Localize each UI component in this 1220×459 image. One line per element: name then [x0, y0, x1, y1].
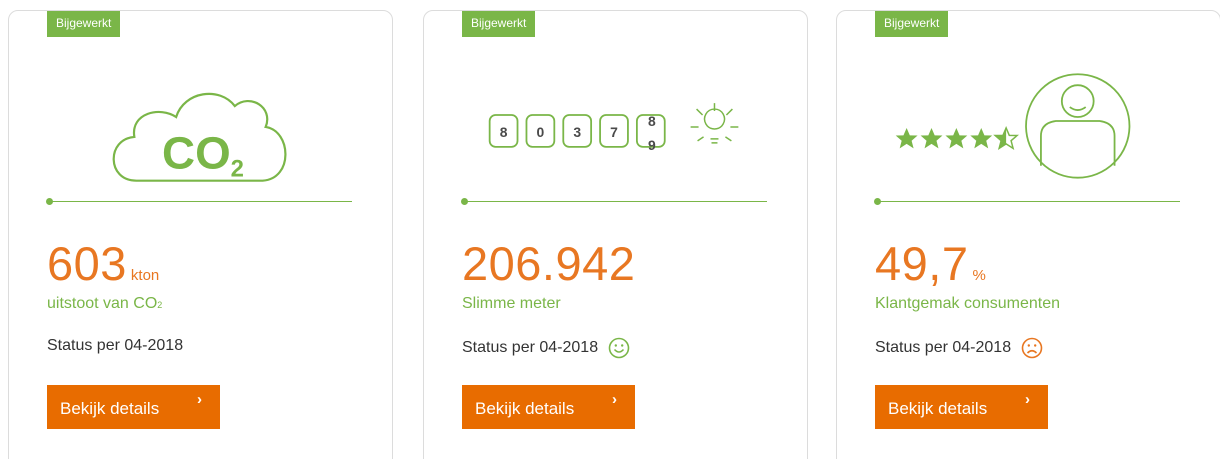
lightbulb-icon	[690, 103, 739, 144]
star-icon	[970, 127, 993, 149]
customer-avatar-icon	[1025, 73, 1131, 179]
metric-label: uitstoot van CO2	[47, 295, 163, 312]
metric-label: Klantgemak consumenten	[875, 295, 1060, 312]
updated-badge: Bijgewerkt	[47, 11, 121, 37]
divider-line	[461, 198, 767, 205]
svg-text:0: 0	[537, 124, 545, 140]
metric-value: 206.942	[462, 237, 636, 290]
svg-text:3: 3	[573, 124, 581, 140]
rating-stars	[895, 127, 1018, 150]
metric-value: 603 kton	[47, 237, 160, 290]
divider-line	[874, 198, 1180, 205]
card-smart-meter: Bijgewerkt 8 0 3 7 8 9 206.942 Slimme me…	[423, 10, 808, 459]
details-button[interactable]: Bekijk details ›	[462, 385, 635, 429]
details-button[interactable]: Bekijk details ›	[875, 385, 1048, 429]
half-star-icon	[994, 127, 1018, 150]
updated-badge: Bijgewerkt	[875, 11, 949, 37]
svg-text:8: 8	[648, 113, 656, 129]
sad-smiley-icon	[1021, 337, 1043, 359]
metric-label: Slimme meter	[462, 295, 561, 312]
details-button[interactable]: Bekijk details ›	[47, 385, 220, 429]
divider-line	[46, 198, 352, 205]
status-text: Status per 04-2018	[47, 337, 184, 354]
svg-text:8: 8	[500, 124, 508, 140]
chevron-right-icon: ›	[1025, 391, 1030, 408]
metric-unit: kton	[130, 267, 160, 284]
updated-badge: Bijgewerkt	[462, 11, 536, 37]
card-customer-convenience: Bijgewerkt 49,7% Klantgemak consumenten	[836, 10, 1220, 459]
metric-unit: %	[972, 267, 986, 284]
metric-value: 49,7%	[875, 237, 986, 290]
svg-text:7: 7	[610, 124, 618, 140]
card-co2-emissions: Bijgewerkt CO2 603 kton uitstoot van CO2 …	[8, 10, 393, 459]
star-icon	[895, 127, 918, 149]
meter-counter-icon: 8 0 3 7 8 9	[488, 103, 739, 153]
happy-smiley-icon	[608, 337, 630, 359]
star-icon	[945, 127, 968, 149]
co2-cloud-icon: CO2	[112, 92, 287, 183]
star-icon	[920, 127, 943, 149]
chevron-right-icon: ›	[197, 391, 202, 408]
svg-text:CO2: CO2	[162, 128, 244, 183]
status-text: Status per 04-2018	[462, 337, 630, 359]
customer-rating-icon	[895, 73, 1131, 179]
chevron-right-icon: ›	[612, 391, 617, 408]
svg-text:9: 9	[648, 137, 656, 153]
status-text: Status per 04-2018	[875, 337, 1043, 359]
